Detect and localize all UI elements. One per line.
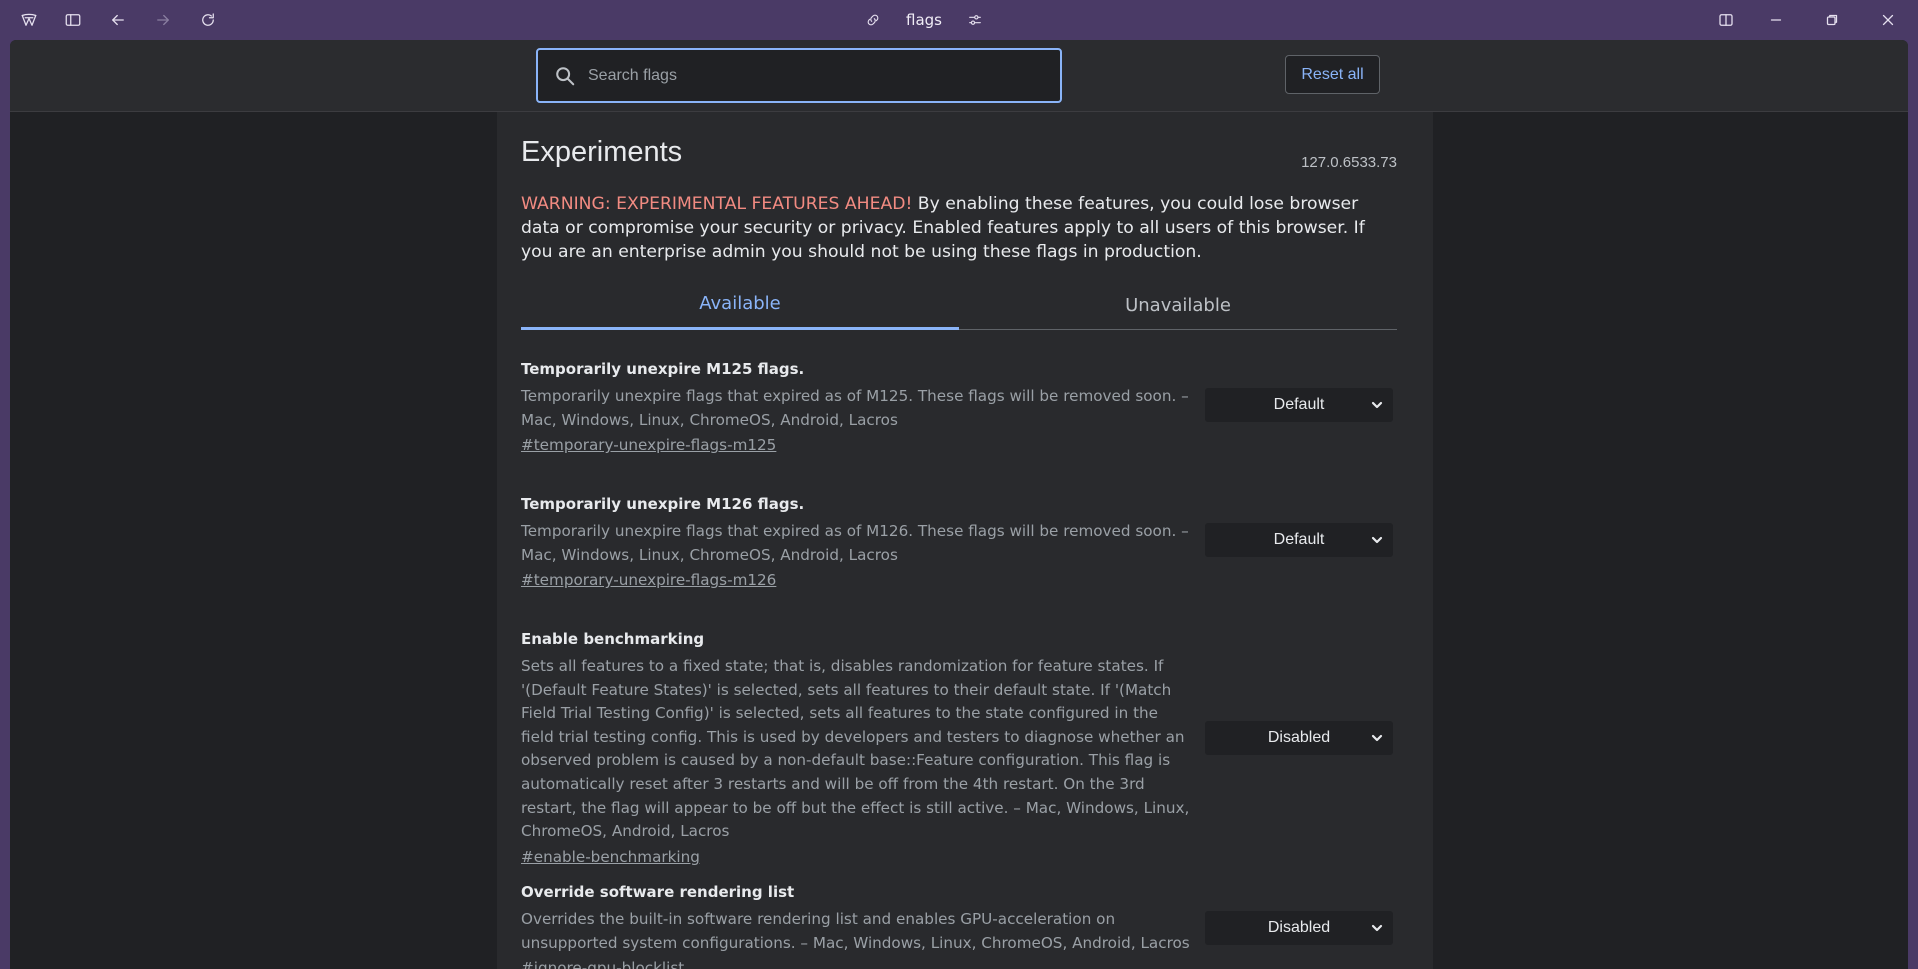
flag-item: Temporarily unexpire M125 flags. Tempora… bbox=[521, 358, 1397, 454]
flag-description: Sets all features to a fixed state; that… bbox=[521, 657, 1190, 841]
search-box[interactable] bbox=[536, 48, 1062, 103]
flag-state-select[interactable]: Disabled bbox=[1205, 911, 1393, 945]
flag-item: Temporarily unexpire M126 flags. Tempora… bbox=[521, 493, 1397, 589]
version-label: 127.0.6533.73 bbox=[1301, 154, 1397, 171]
logo-icon[interactable] bbox=[17, 8, 41, 32]
chevron-down-icon bbox=[1370, 533, 1384, 547]
page-title: Experiments bbox=[521, 136, 683, 168]
page-viewport: Reset all Experiments 127.0.6533.73 WARN… bbox=[10, 40, 1908, 969]
tab-bar: Available Unavailable bbox=[521, 280, 1397, 330]
flag-permalink[interactable]: #ignore-gpu-blocklist bbox=[521, 959, 684, 969]
tab-unavailable[interactable]: Unavailable bbox=[959, 280, 1397, 330]
reset-all-button[interactable]: Reset all bbox=[1285, 55, 1380, 94]
flag-description: Temporarily unexpire flags that expired … bbox=[521, 522, 1189, 564]
flag-permalink[interactable]: #temporary-unexpire-flags-m125 bbox=[521, 436, 776, 454]
flag-name: Override software rendering list bbox=[521, 883, 795, 901]
address-text[interactable]: flags bbox=[906, 11, 942, 29]
search-icon bbox=[552, 63, 578, 89]
experiments-panel: Experiments 127.0.6533.73 WARNING: EXPER… bbox=[497, 112, 1433, 969]
split-view-icon[interactable] bbox=[1714, 8, 1738, 32]
flag-state-value: Default bbox=[1273, 396, 1325, 413]
sidebar-toggle-icon[interactable] bbox=[61, 8, 85, 32]
flag-name: Temporarily unexpire M125 flags. bbox=[521, 360, 805, 378]
tab-available[interactable]: Available bbox=[521, 280, 959, 330]
flag-state-value: Disabled bbox=[1267, 919, 1331, 936]
flag-state-value: Disabled bbox=[1267, 729, 1331, 746]
flags-header-bar: Reset all bbox=[10, 40, 1908, 112]
flag-description: Overrides the built-in software renderin… bbox=[521, 910, 1190, 952]
warning-heading: WARNING: EXPERIMENTAL FEATURES AHEAD! bbox=[521, 194, 913, 214]
address-bar[interactable]: flags bbox=[862, 6, 986, 34]
page-settings-icon[interactable] bbox=[964, 9, 986, 31]
reload-icon[interactable] bbox=[196, 8, 220, 32]
chevron-down-icon bbox=[1370, 731, 1384, 745]
minimize-icon[interactable] bbox=[1764, 8, 1788, 32]
flag-item: Enable benchmarking Sets all features to… bbox=[521, 628, 1397, 866]
search-input[interactable] bbox=[588, 66, 1060, 85]
flag-description: Temporarily unexpire flags that expired … bbox=[521, 387, 1189, 429]
chevron-down-icon bbox=[1370, 921, 1384, 935]
chevron-down-icon bbox=[1370, 398, 1384, 412]
flag-state-select[interactable]: Default bbox=[1205, 388, 1393, 422]
flag-state-value: Default bbox=[1273, 531, 1325, 548]
flag-state-select[interactable]: Disabled bbox=[1205, 721, 1393, 755]
forward-icon[interactable] bbox=[151, 8, 175, 32]
flag-name: Temporarily unexpire M126 flags. bbox=[521, 495, 805, 513]
browser-titlebar: flags bbox=[0, 0, 1918, 40]
flag-item: Override software rendering list Overrid… bbox=[521, 881, 1397, 969]
link-icon[interactable] bbox=[862, 9, 884, 31]
flag-permalink[interactable]: #enable-benchmarking bbox=[521, 848, 700, 866]
warning-message: WARNING: EXPERIMENTAL FEATURES AHEAD! By… bbox=[521, 192, 1397, 264]
restore-icon[interactable] bbox=[1820, 8, 1844, 32]
flag-name: Enable benchmarking bbox=[521, 630, 705, 648]
back-icon[interactable] bbox=[106, 8, 130, 32]
close-icon[interactable] bbox=[1876, 8, 1900, 32]
flag-permalink[interactable]: #temporary-unexpire-flags-m126 bbox=[521, 571, 776, 589]
flag-state-select[interactable]: Default bbox=[1205, 523, 1393, 557]
